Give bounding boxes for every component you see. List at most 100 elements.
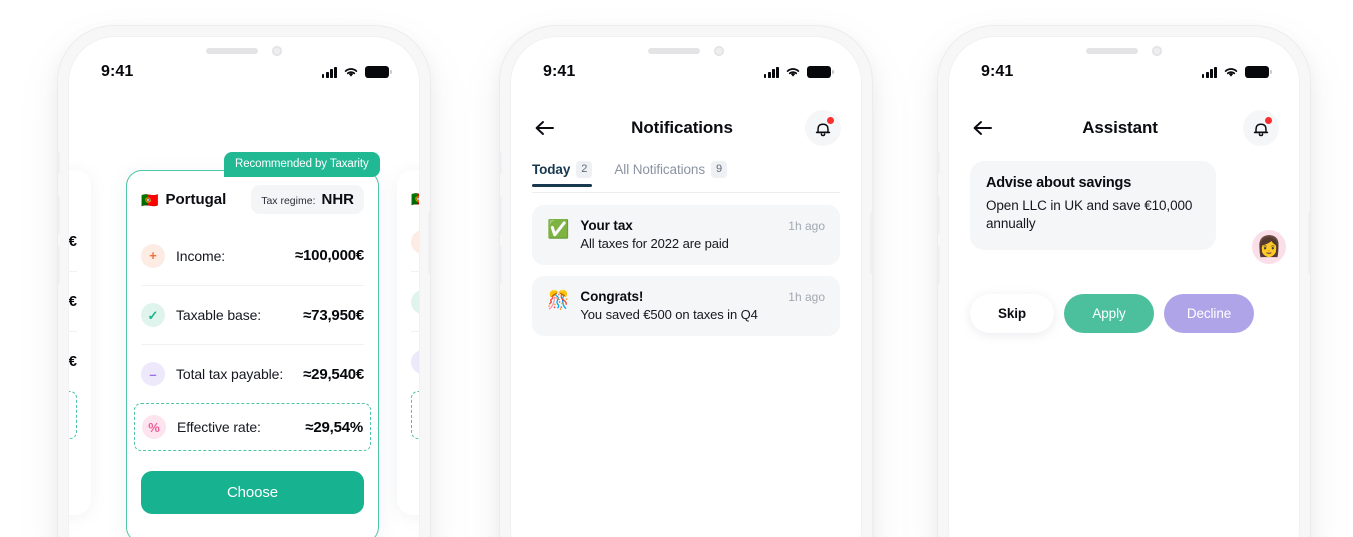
tab-label: Today — [532, 161, 571, 177]
front-camera-icon — [1152, 46, 1162, 56]
status-bar-icons — [763, 66, 835, 78]
status-bar-time: 9:41 — [981, 63, 1014, 80]
peek-next-row-income: + — [411, 212, 419, 271]
page-title: Assistant — [1082, 118, 1158, 137]
list-item-timestamp: 1h ago — [788, 290, 825, 304]
table-row: – Total tax payable: ≈29,540€ — [141, 344, 364, 403]
phone-mute-switch — [500, 152, 502, 174]
peek-next-row-effective-rate: % — [411, 391, 419, 439]
plus-icon: + — [411, 229, 419, 254]
page-title: Notifications — [631, 118, 733, 137]
assistant-message-bubble: Advise about savings Open LLC in UK and … — [970, 161, 1216, 250]
battery-full-icon — [807, 66, 835, 78]
bell-icon[interactable] — [805, 110, 841, 146]
peek-row-taxable-base: 0€ — [69, 271, 77, 331]
row-label: Income: — [176, 247, 226, 264]
minus-icon: – — [141, 362, 165, 386]
message-title: Advise about savings — [986, 175, 1132, 191]
row-label: Taxable base: — [176, 307, 262, 323]
message-text: Open LLC in UK and save €10,000 annually — [986, 198, 1193, 231]
wifi-icon — [344, 68, 358, 77]
notifications-list: ✅ Your tax 1h ago All taxes for 2022 are… — [532, 205, 840, 347]
tab-count-badge: 9 — [710, 161, 728, 178]
status-bar-time: 9:41 — [101, 63, 134, 80]
recommended-badge: Recommended by Taxarity — [224, 152, 380, 177]
check-icon: ✓ — [141, 303, 165, 327]
earpiece-speaker — [648, 48, 700, 54]
status-bar-time: 9:41 — [543, 63, 576, 80]
tax-regime-pill: Tax regime: NHR — [251, 185, 364, 214]
table-row: + Income: ≈100,000€ — [141, 226, 364, 285]
tab-today[interactable]: Today 2 — [532, 161, 593, 187]
tax-regime-label: Tax regime: — [261, 195, 316, 207]
flag-portugal-icon: 🇵🇹 — [141, 191, 159, 208]
check-mark-button-icon: ✅ — [547, 219, 570, 239]
list-item-body: Congrats! 1h ago You saved €500 on taxes… — [580, 289, 825, 322]
phone-mockup-tax-regime: 9:41 R — [58, 26, 430, 537]
cellular-signal-icon — [763, 66, 779, 78]
row-label: Total tax payable: — [176, 366, 284, 382]
table-row: ✓ Taxable base: ≈73,950€ — [141, 285, 364, 344]
phone-volume-up-button — [58, 196, 60, 234]
peek-next-row-total-tax: – — [411, 331, 419, 391]
list-item[interactable]: 🎊 Congrats! 1h ago You saved €500 on tax… — [532, 276, 840, 336]
tax-regime-card-selected[interactable]: 🇵🇹 Portugal Tax regime: NHR + Income: ≈1… — [126, 170, 379, 537]
phone-mockup-assistant: 9:41 Assistant Advise about savings Open… — [938, 26, 1310, 537]
navigation-bar: Assistant — [949, 103, 1299, 153]
arrow-left-icon[interactable] — [531, 114, 559, 142]
tax-regime-value: NHR — [321, 191, 355, 208]
apply-button[interactable]: Apply — [1064, 293, 1154, 333]
status-bar: 9:41 — [949, 59, 1299, 85]
arrow-left-icon[interactable] — [969, 114, 997, 142]
status-bar: 9:41 — [511, 59, 861, 85]
tab-all-notifications[interactable]: All Notifications 9 — [614, 161, 728, 186]
assistant-conversation: Advise about savings Open LLC in UK and … — [949, 161, 1299, 333]
tax-regime-card-previous[interactable]: R 0€ 0€ € % — [69, 170, 91, 515]
minus-icon: – — [411, 349, 419, 374]
country-row: 🇵🇹 Portugal — [141, 191, 226, 208]
status-bar-icons — [1201, 66, 1273, 78]
tax-regime-card-next[interactable]: 🇵🇹 + ✓ – % — [397, 170, 419, 515]
phone-volume-up-button — [500, 196, 502, 234]
confetti-ball-icon: 🎊 — [547, 290, 570, 310]
phone-inner-bezel: 9:41 — [949, 37, 1299, 537]
phone-mute-switch — [58, 152, 60, 174]
choose-button[interactable]: Choose — [141, 471, 364, 514]
bell-icon[interactable] — [1243, 110, 1279, 146]
front-camera-icon — [272, 46, 282, 56]
status-bar: 9:41 — [69, 59, 419, 85]
navigation-bar: Notifications — [511, 103, 861, 153]
list-item-header: Congrats! 1h ago — [580, 289, 825, 304]
earpiece-speaker — [206, 48, 258, 54]
wifi-icon — [786, 68, 800, 77]
list-item[interactable]: ✅ Your tax 1h ago All taxes for 2022 are… — [532, 205, 840, 265]
list-item-title: Congrats! — [580, 289, 644, 304]
screenshot-stage: 9:41 R — [0, 0, 1353, 537]
peek-row-income: 0€ — [69, 233, 77, 250]
list-item-timestamp: 1h ago — [788, 219, 825, 233]
notifications-screen: 9:41 Notifications Today 2 All Notificat… — [511, 37, 861, 537]
status-bar-icons — [321, 66, 393, 78]
battery-full-icon — [365, 66, 393, 78]
decline-button[interactable]: Decline — [1164, 293, 1254, 333]
row-value: ≈100,000€ — [295, 247, 364, 264]
phone-volume-down-button — [500, 246, 502, 284]
tax-regime-carousel[interactable]: R 0€ 0€ € % 🇵🇹 + — [69, 137, 419, 537]
peek-next-row-taxable-base: ✓ — [411, 271, 419, 331]
list-item-text: All taxes for 2022 are paid — [580, 236, 729, 251]
card-header: 🇵🇹 Portugal Tax regime: NHR — [127, 171, 378, 226]
notifications-tabs[interactable]: Today 2 All Notifications 9 — [532, 161, 840, 193]
row-value: ≈29,54% — [305, 418, 363, 436]
choose-button-wrap: Choose — [127, 451, 378, 514]
peek-card-header-next: 🇵🇹 — [411, 186, 419, 212]
phone-inner-bezel: 9:41 R — [69, 37, 419, 537]
plus-icon: + — [141, 243, 165, 268]
flag-portugal-icon: 🇵🇹 — [411, 192, 419, 206]
country-name: Portugal — [165, 191, 227, 208]
tax-breakdown-rows: + Income: ≈100,000€ ✓ Taxable base: ≈73,… — [127, 226, 378, 451]
list-item-header: Your tax 1h ago — [580, 218, 825, 233]
table-row-effective-rate: % Effective rate: ≈29,54% — [134, 403, 371, 451]
tax-regime-screen: 9:41 R — [69, 37, 419, 537]
skip-button[interactable]: Skip — [970, 293, 1054, 333]
phone-mockup-notifications: 9:41 Notifications Today 2 All Notificat… — [500, 26, 872, 537]
